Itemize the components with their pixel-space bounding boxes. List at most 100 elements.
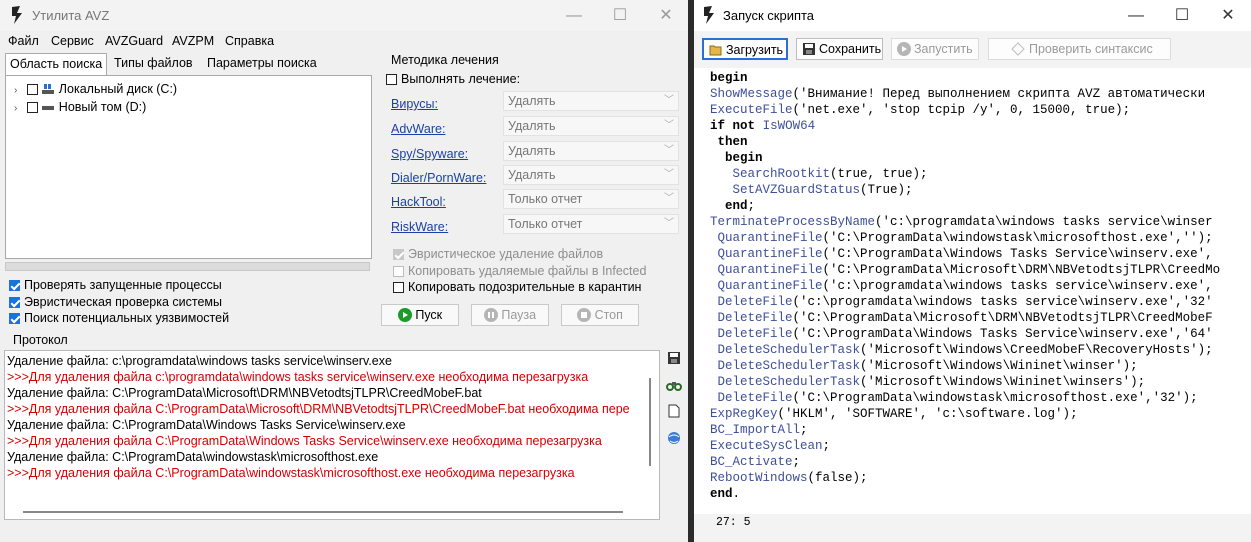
- network-button[interactable]: [664, 430, 684, 450]
- checkbox[interactable]: [9, 313, 20, 324]
- stop-icon: [577, 308, 592, 322]
- checkbox[interactable]: [393, 282, 404, 293]
- log-line: Удаление файла: C:\ProgramData\Windows T…: [7, 418, 406, 432]
- code-line: end.: [710, 487, 741, 501]
- script-editor[interactable]: begin ShowMessage('Внимание! Перед выпол…: [694, 68, 1251, 514]
- tab-search-params[interactable]: Параметры поиска: [203, 53, 321, 74]
- combo-riskware[interactable]: Только отчет ﹀: [503, 214, 679, 234]
- code-token: QuarantineFile: [717, 279, 823, 293]
- checkbox[interactable]: [9, 280, 20, 291]
- combo-value: Удалять: [508, 168, 556, 182]
- opt-label: Копировать подозрительные в карантин: [408, 280, 642, 294]
- pause-button[interactable]: Пауза: [471, 304, 549, 326]
- combo-advware[interactable]: Удалять ﹀: [503, 116, 679, 136]
- drive-d-checkbox[interactable]: [26, 102, 38, 113]
- stop-button[interactable]: Стоп: [561, 304, 639, 326]
- combo-value: Удалять: [508, 94, 556, 108]
- expand-icon[interactable]: ›: [14, 103, 17, 114]
- drive-icon: [42, 84, 55, 94]
- start-label: Пуск: [415, 308, 443, 322]
- play-icon: [397, 308, 412, 322]
- link-spyware[interactable]: Spy/Spyware:: [391, 147, 468, 161]
- vertical-scrollbar[interactable]: [649, 378, 651, 466]
- script-window-title: Запуск скрипта: [723, 8, 815, 23]
- opt-copy-suspicious[interactable]: Копировать подозрительные в карантин: [393, 279, 641, 296]
- combo-viruses[interactable]: Удалять ﹀: [503, 91, 679, 111]
- find-button[interactable]: [664, 377, 684, 397]
- code-line: DeleteSchedulerTask('Microsoft\Windows\C…: [717, 343, 1213, 357]
- stop-label: Стоп: [594, 308, 623, 322]
- run-button[interactable]: Запустить: [891, 38, 979, 60]
- check-syntax-button[interactable]: Проверить синтаксис: [988, 38, 1171, 60]
- link-dialer[interactable]: Dialer/PornWare:: [391, 171, 486, 185]
- combo-value: Удалять: [508, 144, 556, 158]
- link-hacktool[interactable]: HackTool:: [391, 195, 446, 209]
- chevron-down-icon: ﹀: [664, 193, 674, 204]
- menu-file[interactable]: Файл: [8, 34, 39, 48]
- maximize-button[interactable]: ☐: [597, 0, 643, 31]
- link-advware[interactable]: AdvWare:: [391, 122, 445, 136]
- checkbox[interactable]: [386, 74, 397, 85]
- checkbox[interactable]: [393, 266, 404, 277]
- protocol-log[interactable]: Удаление файла: c:\programdata\windows t…: [4, 350, 660, 520]
- horizontal-scrollbar[interactable]: [23, 511, 623, 513]
- checkbox[interactable]: [9, 297, 20, 308]
- pause-label: Пауза: [501, 308, 537, 322]
- menu-service[interactable]: Сервис: [51, 34, 94, 48]
- opt-check-processes[interactable]: Проверять запущенные процессы: [9, 277, 222, 294]
- code-line: QuarantineFile('C:\ProgramData\windowsta…: [717, 231, 1213, 245]
- code-line: DeleteSchedulerTask('Microsoft\Windows\W…: [717, 359, 1138, 373]
- avz-window-title: Утилита AVZ: [32, 8, 110, 23]
- menu-avzguard[interactable]: AVZGuard: [105, 34, 163, 48]
- close-button[interactable]: ✕: [643, 0, 688, 31]
- code-line: begin: [710, 150, 763, 166]
- code-token: DeleteFile: [717, 391, 793, 405]
- code-line: DeleteFile('C:\ProgramData\windowstask\m…: [717, 391, 1198, 405]
- code-line: then: [710, 134, 748, 150]
- tree-item-d[interactable]: › Новый том (D:): [14, 99, 146, 116]
- code-token: DeleteSchedulerTask: [717, 343, 861, 357]
- combo-spyware[interactable]: Удалять ﹀: [503, 141, 679, 161]
- expand-icon[interactable]: ›: [14, 85, 17, 96]
- log-line: >>>Для удаления файла c:\programdata\win…: [7, 370, 589, 384]
- tab-search-area[interactable]: Область поиска: [5, 53, 108, 75]
- start-button[interactable]: Пуск: [381, 304, 459, 326]
- code-token: DeleteFile: [717, 295, 793, 309]
- code-token: DeleteSchedulerTask: [717, 359, 861, 373]
- code-token: if: [710, 119, 726, 133]
- opt-copy-deleted[interactable]: Копировать удаляемые файлы в Infected: [393, 263, 646, 280]
- opt-vulnerabilities[interactable]: Поиск потенциальных уязвимостей: [9, 310, 229, 327]
- load-button[interactable]: Загрузить: [702, 38, 788, 60]
- perform-treatment-option[interactable]: Выполнять лечение:: [386, 71, 520, 88]
- page-icon: [668, 404, 680, 418]
- globe-icon: [668, 432, 680, 444]
- code-token: DeleteFile: [717, 311, 793, 325]
- combo-hacktool[interactable]: Только отчет ﹀: [503, 189, 679, 209]
- tree-item-c[interactable]: › Локальный диск (C:): [14, 81, 177, 98]
- save-log-button[interactable]: [664, 350, 684, 370]
- code-token: not: [732, 119, 756, 133]
- menu-avzpm[interactable]: AVZPM: [172, 34, 214, 48]
- log-line: Удаление файла: C:\ProgramData\Microsoft…: [7, 386, 482, 400]
- save-button[interactable]: Сохранить: [796, 38, 883, 60]
- opt-heuristic-delete[interactable]: Эвристическое удаление файлов: [393, 246, 603, 263]
- log-line: Удаление файла: c:\programdata\windows t…: [7, 354, 392, 368]
- code-token: ExpRegKey: [710, 407, 778, 421]
- menu-help[interactable]: Справка: [225, 34, 274, 48]
- minimize-button[interactable]: —: [1113, 0, 1159, 31]
- combo-dialer[interactable]: Удалять ﹀: [503, 165, 679, 185]
- check-syntax-icon: [1011, 42, 1025, 56]
- checkbox[interactable]: [393, 249, 404, 260]
- code-line: begin: [710, 70, 748, 86]
- maximize-button[interactable]: ☐: [1159, 0, 1205, 31]
- tab-file-types[interactable]: Типы файлов: [110, 53, 197, 74]
- drive-c-checkbox[interactable]: [26, 84, 38, 95]
- link-viruses[interactable]: Вирусы:: [391, 97, 438, 111]
- treatment-group-title: Методика лечения: [391, 53, 499, 67]
- clear-log-button[interactable]: [664, 403, 684, 423]
- opt-heuristic-check[interactable]: Эвристическая проверка системы: [9, 294, 222, 311]
- minimize-button[interactable]: —: [551, 0, 597, 31]
- link-riskware[interactable]: RiskWare:: [391, 220, 448, 234]
- close-button[interactable]: ✕: [1205, 0, 1251, 31]
- pause-icon: [483, 308, 498, 322]
